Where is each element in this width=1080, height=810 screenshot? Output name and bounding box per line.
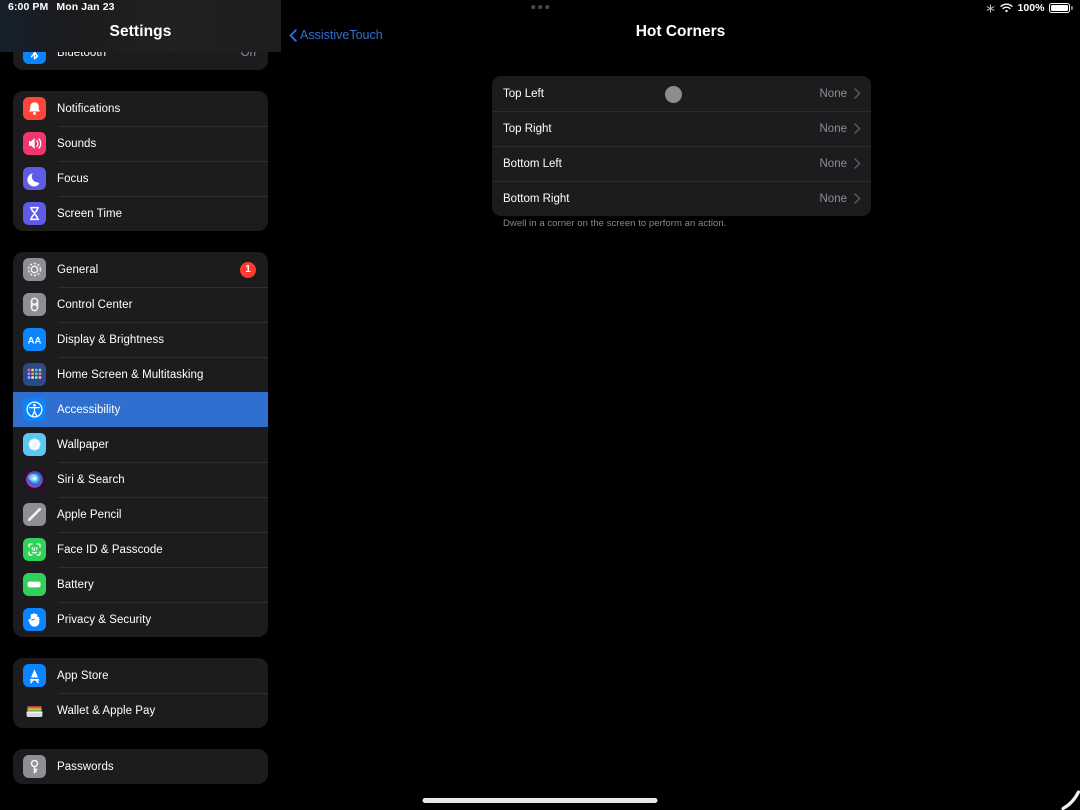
- sidebar-group: Passwords: [13, 749, 268, 784]
- hourglass-icon: [23, 202, 46, 225]
- hot-corner-label: Top Left: [503, 87, 544, 100]
- hot-corner-row-bottom-right[interactable]: Bottom Right None: [492, 181, 871, 216]
- chevron-right-icon: [854, 193, 861, 204]
- sidebar-item-wallpaper[interactable]: Wallpaper: [13, 427, 268, 462]
- sidebar-item-label: Passwords: [57, 760, 114, 773]
- sidebar-item-notifications[interactable]: Notifications: [13, 91, 268, 126]
- sidebar-item-label: Display & Brightness: [57, 333, 165, 346]
- detail-pane: AssistiveTouch Hot Corners Top Left None T…: [281, 0, 1080, 810]
- hot-corners-footer-text: Dwell in a corner on the screen to perfo…: [503, 218, 727, 229]
- app-grid-icon: [23, 363, 46, 386]
- chevron-left-icon: [289, 28, 297, 42]
- svg-text:AA: AA: [28, 335, 42, 346]
- text-size-icon: AA: [23, 328, 46, 351]
- sidebar-item-general[interactable]: General 1: [13, 252, 268, 287]
- siri-icon: [23, 468, 46, 491]
- assistive-touch-pointer[interactable]: [665, 86, 682, 103]
- sidebar-item-passwords[interactable]: Passwords: [13, 749, 268, 784]
- hot-corner-value: None: [819, 87, 848, 100]
- home-indicator: [422, 798, 658, 803]
- notification-badge: 1: [240, 261, 256, 278]
- bell-icon: [23, 97, 46, 120]
- back-button-label: AssistiveTouch: [300, 28, 383, 42]
- flower-icon: [23, 433, 46, 456]
- sidebar-header: Settings: [0, 0, 281, 52]
- sidebar-item-label: Wallpaper: [57, 438, 109, 451]
- app-store-icon: [23, 664, 46, 687]
- toggles-icon: [23, 293, 46, 316]
- sidebar-item-accessibility[interactable]: Accessibility: [13, 392, 268, 427]
- sidebar-item-control-center[interactable]: Control Center: [13, 287, 268, 322]
- sidebar-item-label: Wallet & Apple Pay: [57, 704, 156, 717]
- page-title: Settings: [109, 23, 172, 40]
- sidebar-item-label: Battery: [57, 578, 94, 591]
- detail-title: Hot Corners: [635, 23, 726, 40]
- sidebar-item-label: Accessibility: [57, 403, 121, 416]
- sidebar-item-screen-time[interactable]: Screen Time: [13, 196, 268, 231]
- hand-raised-icon: [23, 608, 46, 631]
- hot-corner-row-bottom-left[interactable]: Bottom Left None: [492, 146, 871, 181]
- sidebar-item-siri-search[interactable]: Siri & Search: [13, 462, 268, 497]
- back-button[interactable]: AssistiveTouch: [289, 28, 383, 42]
- sidebar-item-app-store[interactable]: App Store: [13, 658, 268, 693]
- face-id-icon: [23, 538, 46, 561]
- sidebar-item-label: Control Center: [57, 298, 133, 311]
- chevron-right-icon: [854, 88, 861, 99]
- hot-corner-label: Top Right: [503, 122, 552, 135]
- sidebar-item-label: Privacy & Security: [57, 613, 152, 626]
- hot-corner-value: None: [819, 157, 848, 170]
- sidebar-item-wallet-apple-pay[interactable]: Wallet & Apple Pay: [13, 693, 268, 728]
- sidebar-item-privacy-security[interactable]: Privacy & Security: [13, 602, 268, 637]
- sidebar-item-battery[interactable]: Battery: [13, 567, 268, 602]
- sidebar-group: Notifications Sounds Focus Screen Time: [13, 91, 268, 231]
- sidebar-item-display-brightness[interactable]: AA Display & Brightness: [13, 322, 268, 357]
- sidebar-group: General 1 Control Center AA Display & Brigh…: [13, 252, 268, 637]
- battery-icon: [23, 573, 46, 596]
- hot-corner-label: Bottom Right: [503, 192, 570, 205]
- sidebar-item-label: App Store: [57, 669, 109, 682]
- corner-gesture-indicator: [1054, 786, 1080, 810]
- sidebar-item-label: Sounds: [57, 137, 97, 150]
- sidebar-group: App Store Wallet & Apple Pay: [13, 658, 268, 728]
- sidebar-item-label: Focus: [57, 172, 89, 185]
- sidebar-item-home-screen-multitasking[interactable]: Home Screen & Multitasking: [13, 357, 268, 392]
- chevron-right-icon: [854, 123, 861, 134]
- moon-icon: [23, 167, 46, 190]
- settings-sidebar: Bluetooth On Notifications Sounds Focus Scr…: [0, 0, 281, 810]
- sidebar-item-label: Home Screen & Multitasking: [57, 368, 204, 381]
- sidebar-item-label: Notifications: [57, 102, 121, 115]
- speaker-icon: [23, 132, 46, 155]
- pencil-icon: [23, 503, 46, 526]
- hot-corner-row-top-right[interactable]: Top Right None: [492, 111, 871, 146]
- sidebar-item-label: Siri & Search: [57, 473, 125, 486]
- sidebar-item-face-id-passcode[interactable]: Face ID & Passcode: [13, 532, 268, 567]
- ipad-settings-screen: Bluetooth On Notifications Sounds Focus Scr…: [0, 0, 1080, 810]
- sidebar-item-label: Screen Time: [57, 207, 123, 220]
- sidebar-item-sounds[interactable]: Sounds: [13, 126, 268, 161]
- sidebar-item-label: Face ID & Passcode: [57, 543, 163, 556]
- sidebar-scroll-area[interactable]: Bluetooth On Notifications Sounds Focus Scr…: [0, 0, 281, 805]
- accessibility-icon: [23, 398, 46, 421]
- gear-icon: [23, 258, 46, 281]
- hot-corner-label: Bottom Left: [503, 157, 562, 170]
- hot-corner-value: None: [819, 122, 848, 135]
- detail-nav-bar: AssistiveTouch Hot Corners: [281, 0, 1080, 52]
- sidebar-item-apple-pencil[interactable]: Apple Pencil: [13, 497, 268, 532]
- hot-corner-value: None: [819, 192, 848, 205]
- chevron-right-icon: [854, 158, 861, 169]
- sidebar-item-focus[interactable]: Focus: [13, 161, 268, 196]
- sidebar-item-label: General: [57, 263, 99, 276]
- sidebar-item-label: Apple Pencil: [57, 508, 122, 521]
- wallet-icon: [23, 699, 46, 722]
- key-icon: [23, 755, 46, 778]
